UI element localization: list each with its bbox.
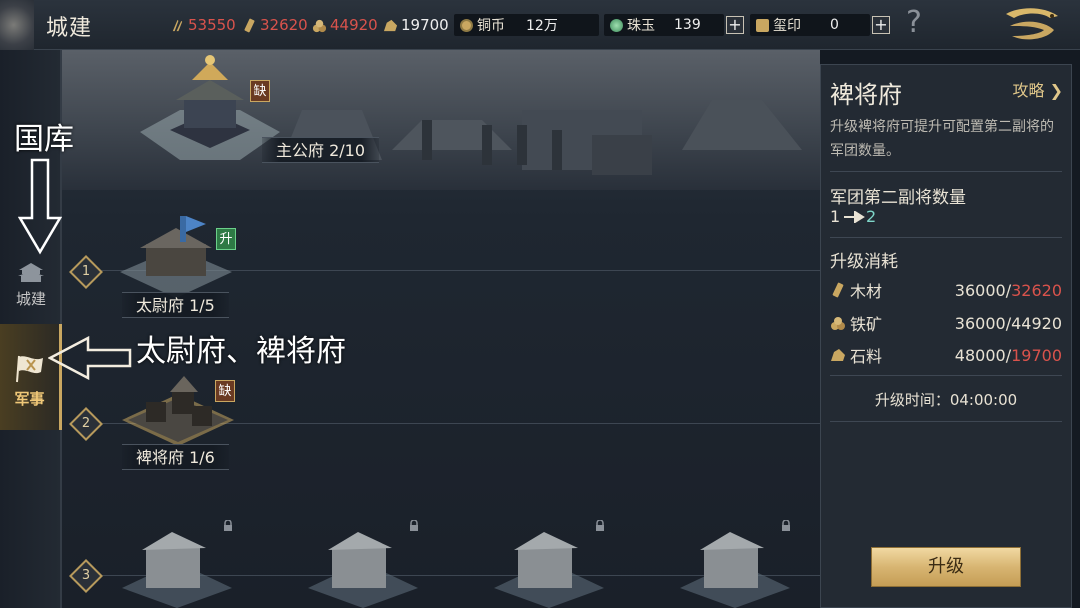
strategy-guide-link[interactable]: 攻略 ❯ (1012, 77, 1063, 101)
bijiang-mansion-sprite (122, 376, 234, 446)
stat-from-value: 1 (830, 207, 841, 226)
lord-mansion-sprite (140, 55, 280, 160)
lock-icon (410, 520, 418, 531)
cost-title: 升级消耗 (830, 252, 898, 272)
left-arrow-annotation-icon (48, 336, 132, 380)
cost-row-lumber: 木材 36000/32620 (830, 279, 1062, 301)
cost-row-stone: 石料 48000/19700 (830, 344, 1062, 366)
building-detail-panel: 裨将府 攻略 ❯ 升级裨将府可提升可配置第二副将的军团数量。 军团第二副将数量 … (820, 64, 1072, 608)
corner-emblem (0, 0, 34, 50)
currency-jade: 珠玉 139 (604, 14, 724, 36)
resource-wood: 53550 (170, 14, 236, 36)
locked-building-sprite (308, 532, 418, 608)
locked-building-sprite (122, 532, 232, 608)
divider (830, 375, 1062, 376)
tier-number: 2 (81, 416, 91, 431)
dragon-back-icon[interactable] (1000, 4, 1064, 46)
cost-row-iron: 铁矿 36000/44920 (830, 312, 1062, 334)
chevron-right-icon: ❯ (1044, 81, 1063, 100)
resource-lumber: 32620 (242, 14, 308, 36)
city-building-icon (18, 263, 44, 282)
sidebar-item-label: 城建 (15, 290, 46, 308)
upgrade-button[interactable]: 升级 (871, 547, 1021, 587)
locked-building-sprite (680, 532, 790, 608)
add-seal-button[interactable]: + (872, 16, 890, 34)
currency-seal: 玺印 0 (750, 14, 870, 36)
iron-ore-icon (831, 317, 845, 330)
resource-stone: 19700 (383, 14, 449, 36)
lock-icon (224, 520, 232, 531)
divider (830, 237, 1062, 238)
panel-title: 裨将府 (830, 81, 902, 109)
upgrade-available-tag: 升 (216, 228, 236, 250)
divider (830, 421, 1062, 422)
tier-number: 1 (81, 264, 91, 279)
sidebar-item-city-building[interactable]: 城建 (0, 260, 62, 320)
annotation-buildings-label: 太尉府、裨将府 (136, 334, 346, 369)
copper-coin-icon (460, 18, 473, 32)
lack-tag: 缺 (250, 80, 270, 102)
panel-description: 升级裨将府可提升可配置第二副将的军团数量。 (830, 119, 1054, 159)
arrow-right-icon (844, 211, 865, 223)
bijiang-mansion-label: 裨将府 1/6 (122, 444, 229, 470)
taiwei-mansion-sprite (120, 216, 232, 298)
stat-to-value: 2 (866, 207, 877, 226)
tier-number: 3 (81, 568, 91, 583)
taiwei-mansion-label: 太尉府 1/5 (122, 292, 229, 318)
upgrade-time: 升级时间：04:00:00 (874, 391, 1018, 409)
resource-iron: 44920 (312, 14, 378, 36)
annotation-treasury-label: 国库 (14, 122, 74, 157)
jade-icon (610, 18, 623, 32)
stat-title: 军团第二副将数量 (830, 188, 966, 208)
currency-copper: 铜币 12万 (454, 14, 599, 36)
military-flag-icon (15, 355, 43, 383)
stone-icon (831, 349, 845, 361)
lack-tag: 缺 (215, 380, 235, 402)
add-jade-button[interactable]: + (726, 16, 744, 34)
iron-ore-icon (312, 19, 327, 32)
lord-mansion-label: 主公府 2/10 (262, 137, 380, 163)
locked-building-sprite (494, 532, 604, 608)
lumber-icon (244, 18, 255, 32)
lumber-icon (832, 282, 844, 298)
divider (830, 171, 1062, 172)
page-title: 城建 (46, 16, 93, 41)
wood-icon (172, 19, 183, 31)
lock-icon (782, 520, 790, 531)
seal-icon (756, 18, 769, 32)
sidebar-item-label: 军事 (14, 390, 45, 408)
top-bar: 城建 53550 32620 44920 19700 铜币 12万 珠玉 139… (0, 0, 1080, 50)
down-arrow-annotation-icon (18, 158, 62, 255)
help-button[interactable]: ? (906, 5, 922, 40)
stone-icon (383, 19, 398, 31)
lock-icon (596, 520, 604, 531)
